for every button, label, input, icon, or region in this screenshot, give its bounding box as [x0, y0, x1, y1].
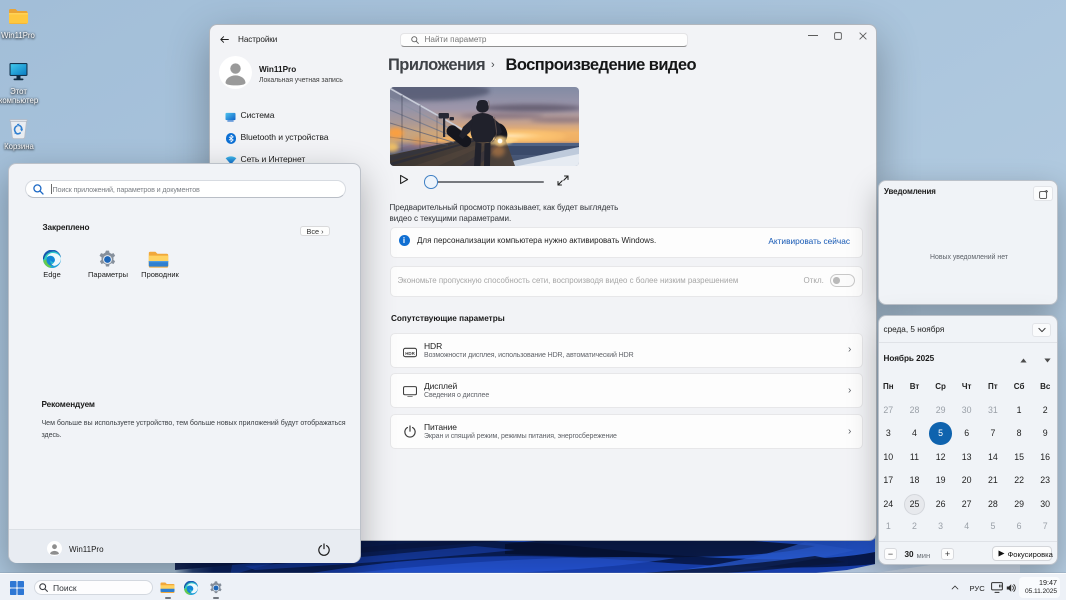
svg-text:HDR: HDR [405, 350, 415, 355]
